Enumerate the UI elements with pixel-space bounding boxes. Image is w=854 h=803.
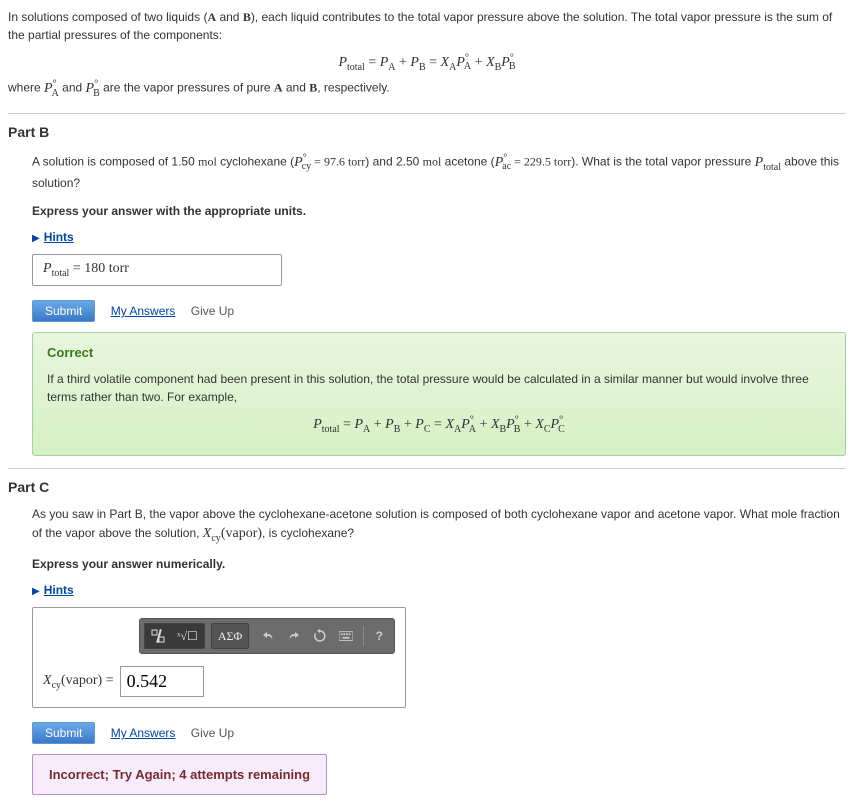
part-b-hints-toggle[interactable]: ▶ Hints [32, 230, 846, 244]
correct-feedback: Correct If a third volatile component ha… [32, 332, 846, 455]
eq-input-label: Xcy(vapor) = [43, 673, 114, 691]
undo-button[interactable] [255, 624, 281, 648]
part-c-answer-input[interactable] [120, 666, 204, 697]
part-c-title: Part C [8, 479, 846, 495]
incorrect-feedback: Incorrect; Try Again; 4 attempts remaini… [32, 754, 327, 795]
caret-right-icon: ▶ [32, 233, 40, 244]
three-component-equation: Ptotal = PA + PB + PC = XAP°A + XBP°B + … [47, 414, 831, 434]
give-up-link[interactable]: Give Up [191, 304, 234, 318]
submit-button[interactable]: Submit [32, 722, 95, 744]
my-answers-link[interactable]: My Answers [111, 304, 176, 318]
where-clause: where P°A and P°B are the vapor pressure… [8, 76, 846, 100]
part-b-answer-value[interactable]: 180 torr [84, 261, 129, 276]
equation-editor: ˣ√☐ ΑΣΦ ? Xcy(vapor) [32, 607, 406, 708]
undo-icon [261, 629, 275, 643]
part-b-question: A solution is composed of 1.50 mol cyclo… [32, 150, 846, 192]
divider [8, 468, 846, 469]
root-tool-button[interactable]: ˣ√☐ [171, 624, 204, 648]
fraction-icon [151, 629, 165, 643]
hints-link[interactable]: Hints [44, 230, 74, 244]
redo-icon [287, 629, 301, 643]
intro-paragraph: In solutions composed of two liquids (A … [8, 8, 846, 44]
redo-button[interactable] [281, 624, 307, 648]
incorrect-text: Incorrect; Try Again; 4 attempts remaini… [49, 767, 310, 782]
part-c-hints-toggle[interactable]: ▶ Hints [32, 583, 846, 597]
part-b-title: Part B [8, 124, 846, 140]
my-answers-link[interactable]: My Answers [111, 726, 176, 740]
toolbar-divider [363, 626, 364, 646]
submit-button[interactable]: Submit [32, 300, 95, 322]
answer-label: Ptotal = [43, 261, 84, 276]
template-tool-button[interactable] [145, 624, 171, 648]
part-c-instruction: Express your answer numerically. [32, 557, 846, 571]
part-b-instruction: Express your answer with the appropriate… [32, 204, 846, 218]
give-up-link[interactable]: Give Up [191, 726, 234, 740]
divider [8, 113, 846, 114]
part-b-answer-box: Ptotal = 180 torr [32, 254, 282, 286]
reset-icon [313, 629, 327, 643]
main-equation: Ptotal = PA + PB = XAP°A + XBP°B [8, 52, 846, 72]
equation-toolbar: ˣ√☐ ΑΣΦ ? [139, 618, 395, 654]
keyboard-button[interactable] [333, 624, 359, 648]
help-button[interactable]: ? [368, 624, 390, 648]
correct-title: Correct [47, 345, 831, 360]
greek-tool-button[interactable]: ΑΣΦ [212, 624, 248, 648]
correct-explanation: If a third volatile component had been p… [47, 370, 831, 406]
part-c-question: As you saw in Part B, the vapor above th… [32, 505, 846, 546]
keyboard-icon [339, 629, 353, 643]
reset-button[interactable] [307, 624, 333, 648]
caret-right-icon: ▶ [32, 586, 40, 597]
hints-link[interactable]: Hints [44, 583, 74, 597]
